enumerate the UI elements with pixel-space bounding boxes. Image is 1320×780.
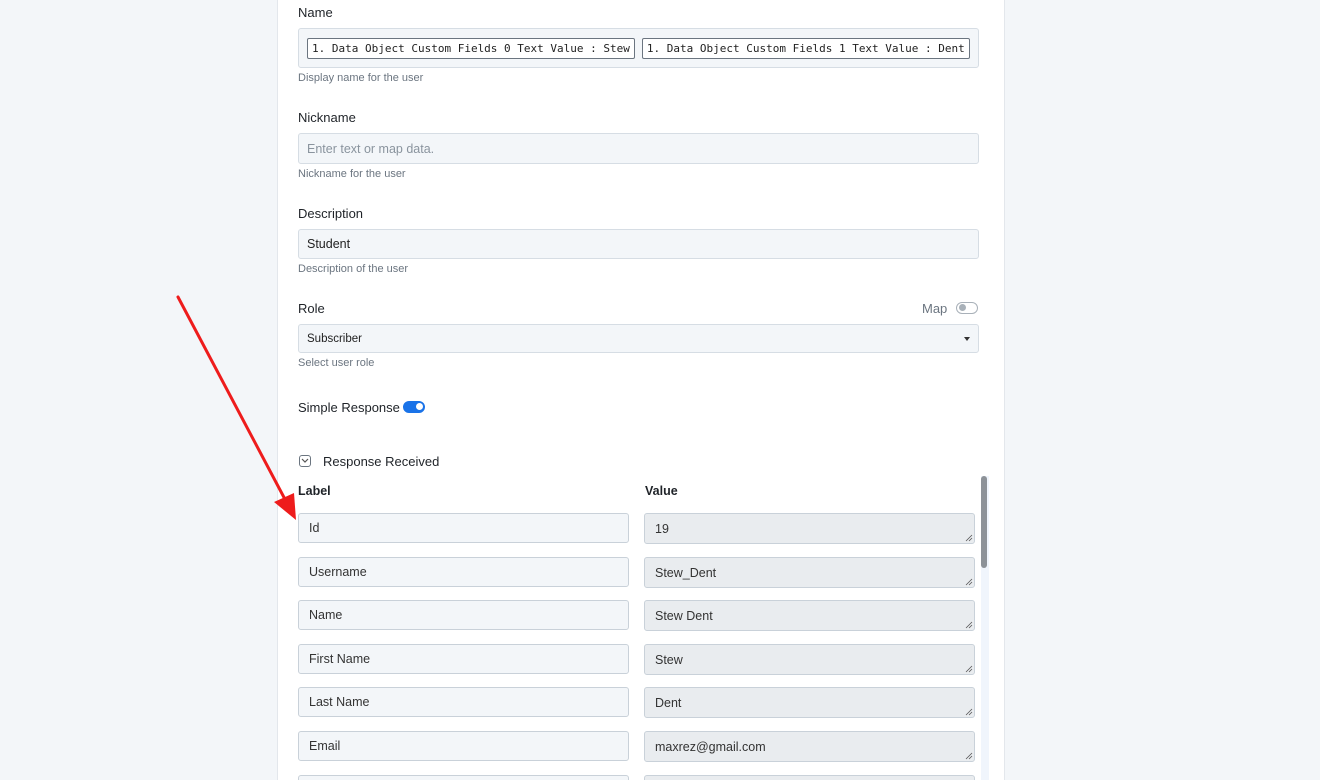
resize-grip-icon[interactable] xyxy=(965,708,973,716)
simple-response-label: Simple Response xyxy=(298,400,400,415)
response-label-last-name[interactable]: Last Name xyxy=(298,687,629,717)
response-label-id[interactable]: Id xyxy=(298,513,629,543)
description-input[interactable]: Student xyxy=(298,229,979,259)
response-value-text: Stew Dent xyxy=(655,608,713,623)
response-value-text: 19 xyxy=(655,521,669,536)
response-value-text: maxrez@gmail.com xyxy=(655,739,766,754)
response-value-first-name[interactable]: Stew xyxy=(644,644,975,675)
response-received-title[interactable]: Response Received xyxy=(323,454,439,469)
resize-grip-icon[interactable] xyxy=(965,534,973,542)
label-column-header: Label xyxy=(298,484,331,498)
name-chip-last[interactable]: 1. Data Object Custom Fields 1 Text Valu… xyxy=(641,37,970,59)
value-column-header: Value xyxy=(645,484,678,498)
description-help: Description of the user xyxy=(298,263,409,275)
response-label-first-name[interactable]: First Name xyxy=(298,644,629,674)
response-value-text: Stew_Dent xyxy=(655,565,717,580)
response-value-last-name[interactable]: Dent xyxy=(644,687,975,718)
resize-grip-icon[interactable] xyxy=(965,621,973,629)
map-toggle-knob xyxy=(959,304,966,311)
chevron-down-icon[interactable] xyxy=(299,455,311,467)
response-value-name[interactable]: Stew Dent xyxy=(644,600,975,631)
simple-response-toggle-knob xyxy=(415,403,423,410)
resize-grip-icon[interactable] xyxy=(965,752,973,760)
map-label: Map xyxy=(922,301,948,316)
name-label: Name xyxy=(298,5,333,20)
nickname-label: Nickname xyxy=(298,110,356,125)
response-scrollbar-thumb[interactable] xyxy=(981,476,987,568)
response-scrollbar[interactable] xyxy=(981,476,989,780)
response-value-username[interactable]: Stew_Dent xyxy=(644,557,975,588)
name-chip-first[interactable]: 1. Data Object Custom Fields 0 Text Valu… xyxy=(307,37,635,59)
resize-grip-icon[interactable] xyxy=(965,665,973,673)
response-value-next[interactable] xyxy=(644,775,975,780)
name-input[interactable]: 1. Data Object Custom Fields 0 Text Valu… xyxy=(298,28,979,68)
response-label-next[interactable] xyxy=(298,775,629,780)
nickname-help: Nickname for the user xyxy=(298,168,406,180)
response-label-email[interactable]: Email xyxy=(298,731,629,761)
resize-grip-icon[interactable] xyxy=(965,578,973,586)
response-label-name[interactable]: Name xyxy=(298,600,629,630)
role-label: Role xyxy=(298,301,325,316)
role-help: Select user role xyxy=(298,357,375,369)
response-value-text: Stew xyxy=(655,652,683,667)
role-selected-value: Subscriber xyxy=(307,332,362,345)
response-value-text: Dent xyxy=(655,695,682,710)
description-label: Description xyxy=(298,206,364,221)
nickname-input[interactable]: Enter text or map data. xyxy=(298,133,979,164)
response-value-id[interactable]: 19 xyxy=(644,513,975,544)
name-help: Display name for the user xyxy=(298,72,424,84)
form-panel: Name 1. Data Object Custom Fields 0 Text… xyxy=(277,0,1005,780)
response-value-email[interactable]: maxrez@gmail.com xyxy=(644,731,975,762)
caret-down-icon xyxy=(964,337,970,341)
simple-response-toggle[interactable] xyxy=(403,401,425,413)
response-label-username[interactable]: Username xyxy=(298,557,629,587)
role-select[interactable]: Subscriber xyxy=(298,324,979,353)
map-toggle[interactable] xyxy=(956,302,978,314)
